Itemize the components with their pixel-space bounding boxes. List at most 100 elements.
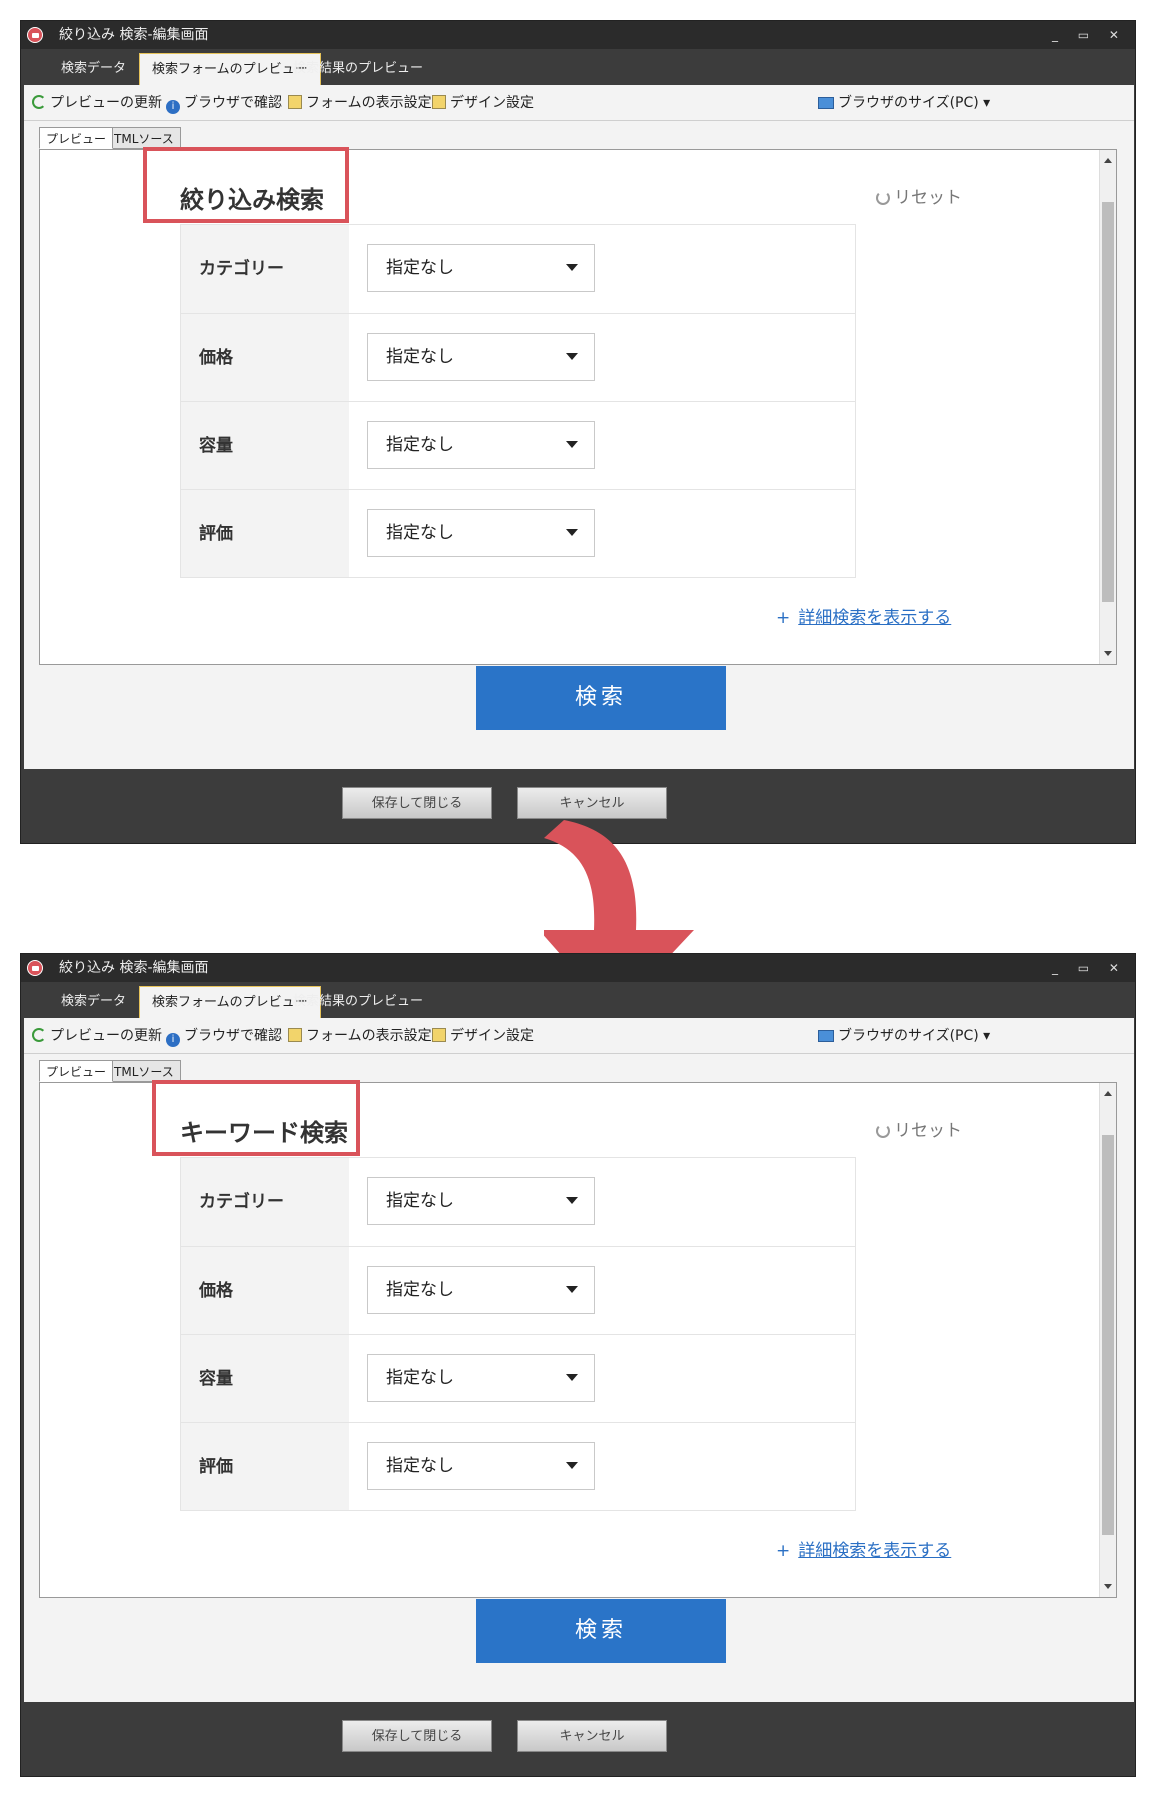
filter-row-category: カテゴリー 指定なし <box>181 225 855 313</box>
window-controls[interactable]: _ ▭ ✕ <box>1052 954 1127 982</box>
refresh-preview-label: プレビューの更新 <box>50 1028 162 1044</box>
browser-size-label: ブラウザのサイズ(PC) <box>838 1028 979 1044</box>
caret-down-icon <box>566 353 578 360</box>
caret-down-icon <box>566 1197 578 1204</box>
caret-down-icon <box>566 1374 578 1381</box>
filter-label-category: カテゴリー <box>181 225 349 313</box>
filter-label-capacity: 容量 <box>181 1335 349 1422</box>
category-select-value: 指定なし <box>386 258 454 278</box>
price-select[interactable]: 指定なし <box>367 333 595 381</box>
capacity-select[interactable]: 指定なし <box>367 421 595 469</box>
reset-icon <box>876 1124 890 1138</box>
rating-select[interactable]: 指定なし <box>367 509 595 557</box>
browser-check-button[interactable]: i ブラウザで確認 <box>166 1018 282 1054</box>
tab-search-data[interactable]: 検索データ <box>49 986 138 1018</box>
design-settings-button[interactable]: デザイン設定 <box>432 85 534 121</box>
scroll-up-icon[interactable] <box>1104 1091 1112 1096</box>
advanced-search-label: 詳細検索を表示する <box>798 608 952 628</box>
app-icon <box>27 27 43 43</box>
price-select[interactable]: 指定なし <box>367 1266 595 1314</box>
info-icon: i <box>166 100 180 114</box>
reset-link[interactable]: リセット <box>876 183 962 208</box>
scroll-thumb[interactable] <box>1102 202 1114 602</box>
title-bar: 絞り込み 検索-編集画面 _ ▭ ✕ <box>21 21 1135 49</box>
advanced-search-link[interactable]: + 詳細検索を表示する <box>776 1536 951 1561</box>
capacity-select[interactable]: 指定なし <box>367 1354 595 1402</box>
toolbar: プレビューの更新 i ブラウザで確認 フォームの表示設定 デザイン設定 ブラウザの… <box>24 85 1134 121</box>
design-settings-button[interactable]: デザイン設定 <box>432 1018 534 1054</box>
main-tabs: 検索データ 検索フォームのプレビュー 検索結果のプレビュー <box>21 49 1135 85</box>
preview-frame: 絞り込み検索 リセット カテゴリー 指定なし 価格 指定なし 容量 指定なし 評… <box>39 149 1117 730</box>
info-icon: i <box>166 1033 180 1047</box>
filter-row-capacity: 容量 指定なし <box>181 1334 855 1422</box>
design-settings-icon <box>432 95 446 109</box>
filter-row-price: 価格 指定なし <box>181 1246 855 1334</box>
subtab-preview[interactable]: プレビュー <box>39 127 114 149</box>
filter-label-rating: 評価 <box>181 490 349 577</box>
design-settings-label: デザイン設定 <box>450 1028 534 1044</box>
rating-select[interactable]: 指定なし <box>367 1442 595 1490</box>
filter-row-rating: 評価 指定なし <box>181 489 855 577</box>
form-settings-icon <box>288 95 302 109</box>
save-and-close-button[interactable]: 保存して閉じる <box>342 1720 492 1752</box>
scroll-thumb[interactable] <box>1102 1135 1114 1535</box>
filter-table: カテゴリー 指定なし 価格 指定なし 容量 指定なし 評価 指定なし <box>180 224 856 578</box>
form-display-settings-button[interactable]: フォームの表示設定 <box>288 85 432 121</box>
browser-size-label: ブラウザのサイズ(PC) <box>838 95 979 111</box>
filter-table: カテゴリー 指定なし 価格 指定なし 容量 指定なし 評価 指定なし <box>180 1157 856 1511</box>
refresh-preview-button[interactable]: プレビューの更新 <box>32 85 162 121</box>
scroll-down-icon[interactable] <box>1104 1584 1112 1589</box>
advanced-search-link[interactable]: + 詳細検索を表示する <box>776 603 951 628</box>
vertical-scrollbar[interactable] <box>1099 150 1116 664</box>
browser-check-button[interactable]: i ブラウザで確認 <box>166 85 282 121</box>
filter-label-category: カテゴリー <box>181 1158 349 1246</box>
app-icon <box>27 960 43 976</box>
caret-down-icon <box>566 1286 578 1293</box>
cancel-button[interactable]: キャンセル <box>517 1720 667 1752</box>
browser-size-dropdown[interactable]: ブラウザのサイズ(PC) ▾ <box>818 85 990 121</box>
refresh-icon <box>32 95 46 109</box>
window-controls[interactable]: _ ▭ ✕ <box>1052 21 1127 49</box>
tab-search-data[interactable]: 検索データ <box>49 53 138 85</box>
tab-result-preview[interactable]: 検索結果のプレビュー <box>281 53 435 85</box>
window-title: 絞り込み 検索-編集画面 <box>59 27 209 43</box>
filter-label-price: 価格 <box>181 314 349 401</box>
reset-link[interactable]: リセット <box>876 1116 962 1141</box>
tab-result-preview[interactable]: 検索結果のプレビュー <box>281 986 435 1018</box>
category-select[interactable]: 指定なし <box>367 244 595 292</box>
design-settings-icon <box>432 1028 446 1042</box>
caret-down-icon <box>566 264 578 271</box>
refresh-preview-button[interactable]: プレビューの更新 <box>32 1018 162 1054</box>
monitor-icon <box>818 97 834 109</box>
reset-label: リセット <box>894 188 962 208</box>
price-select-value: 指定なし <box>386 347 454 367</box>
form-display-settings-button[interactable]: フォームの表示設定 <box>288 1018 432 1054</box>
filter-row-category: カテゴリー 指定なし <box>181 1158 855 1246</box>
browser-size-dropdown[interactable]: ブラウザのサイズ(PC) ▾ <box>818 1018 990 1054</box>
preview-frame: キーワード検索 リセット カテゴリー 指定なし 価格 指定なし 容量 指定なし … <box>39 1082 1117 1663</box>
plus-icon: + <box>776 608 791 628</box>
category-select[interactable]: 指定なし <box>367 1177 595 1225</box>
capacity-select-value: 指定なし <box>386 1368 454 1388</box>
window-title: 絞り込み 検索-編集画面 <box>59 960 209 976</box>
vertical-scrollbar[interactable] <box>1099 1083 1116 1597</box>
filter-row-rating: 評価 指定なし <box>181 1422 855 1510</box>
search-button[interactable]: 検索 <box>476 666 726 730</box>
editor-window-before: 絞り込み 検索-編集画面 _ ▭ ✕ 検索データ 検索フォームのプレビュー 検索… <box>20 20 1136 844</box>
save-and-close-button[interactable]: 保存して閉じる <box>342 787 492 819</box>
filter-row-price: 価格 指定なし <box>181 313 855 401</box>
monitor-icon <box>818 1030 834 1042</box>
title-highlight-box <box>143 147 349 223</box>
refresh-icon <box>32 1028 46 1042</box>
search-button[interactable]: 検索 <box>476 1599 726 1663</box>
scroll-up-icon[interactable] <box>1104 158 1112 163</box>
dialog-footer: 保存して閉じる キャンセル <box>24 1702 1134 1774</box>
advanced-search-label: 詳細検索を表示する <box>798 1541 952 1561</box>
scroll-down-icon[interactable] <box>1104 651 1112 656</box>
cancel-button[interactable]: キャンセル <box>517 787 667 819</box>
subtab-preview[interactable]: プレビュー <box>39 1060 114 1082</box>
filter-label-capacity: 容量 <box>181 402 349 489</box>
design-settings-label: デザイン設定 <box>450 95 534 111</box>
title-highlight-box <box>152 1080 360 1156</box>
filter-label-price: 価格 <box>181 1247 349 1334</box>
